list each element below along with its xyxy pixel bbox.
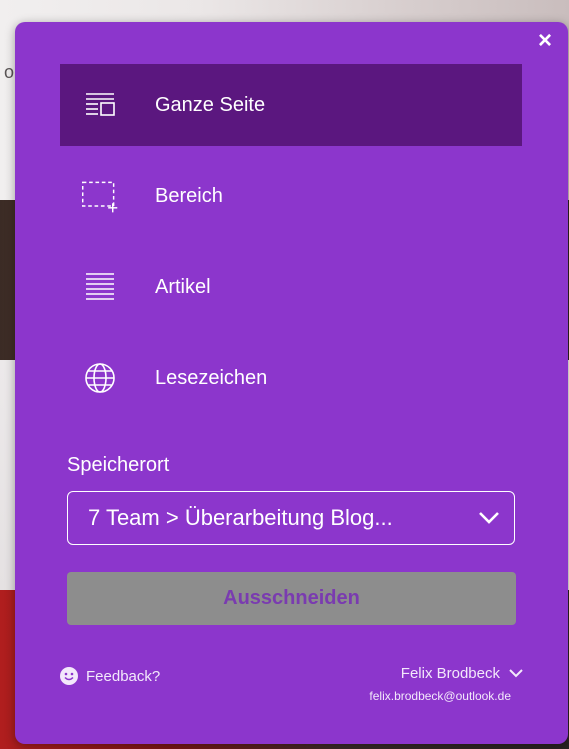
region-icon bbox=[80, 176, 120, 216]
mode-label: Artikel bbox=[155, 275, 211, 298]
mode-full-page[interactable]: Ganze Seite bbox=[60, 64, 522, 146]
mode-label: Lesezeichen bbox=[155, 366, 268, 389]
mode-article[interactable]: Artikel bbox=[60, 246, 522, 328]
mode-region[interactable]: Bereich bbox=[60, 155, 522, 237]
mode-bookmark[interactable]: Lesezeichen bbox=[60, 337, 522, 419]
web-clipper-panel: × Ganze Seite Bereich Artikel Lesezeiche… bbox=[15, 22, 568, 744]
article-icon bbox=[80, 267, 120, 307]
user-email: felix.brodbeck@outlook.de bbox=[369, 689, 511, 703]
background-text-fragment: o bbox=[4, 62, 15, 82]
clip-mode-list: Ganze Seite Bereich Artikel Lesezeichen bbox=[60, 64, 522, 428]
globe-icon bbox=[80, 358, 120, 398]
user-menu-button[interactable]: Felix Brodbeck bbox=[369, 665, 523, 682]
location-label: Speicherort bbox=[67, 454, 170, 476]
chevron-down-icon bbox=[479, 512, 499, 524]
user-account: Felix Brodbeck felix.brodbeck@outlook.de bbox=[369, 665, 523, 703]
smiley-icon bbox=[60, 667, 78, 685]
mode-label: Bereich bbox=[155, 184, 223, 207]
location-dropdown[interactable]: 7 Team > Überarbeitung Blog... bbox=[67, 491, 515, 545]
chevron-down-icon bbox=[509, 669, 523, 678]
location-value: 7 Team > Überarbeitung Blog... bbox=[88, 505, 393, 530]
full-page-icon bbox=[80, 85, 120, 125]
feedback-label: Feedback? bbox=[86, 667, 161, 685]
clip-button[interactable]: Ausschneiden bbox=[67, 572, 516, 625]
close-button[interactable]: × bbox=[534, 29, 556, 53]
user-name: Felix Brodbeck bbox=[400, 665, 500, 682]
mode-label: Ganze Seite bbox=[155, 93, 266, 116]
feedback-link[interactable]: Feedback? bbox=[60, 667, 160, 685]
